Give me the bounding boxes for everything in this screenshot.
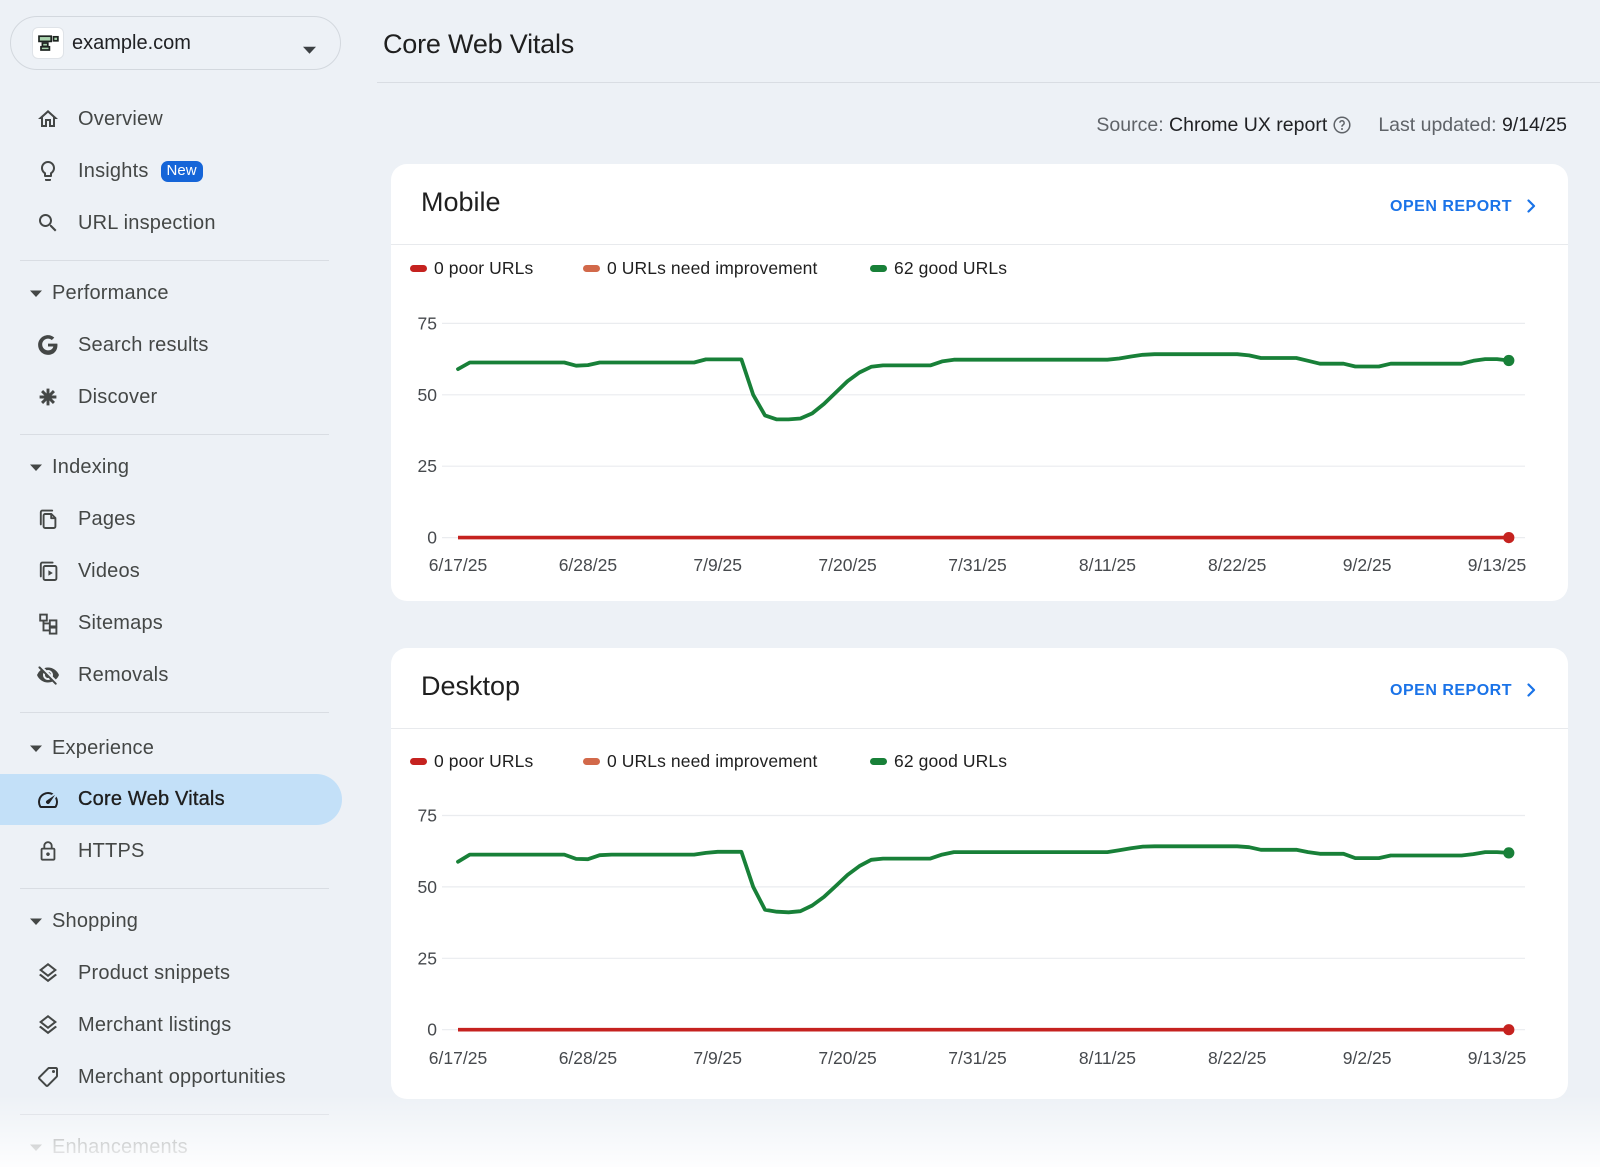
svg-text:25: 25 [418, 948, 437, 968]
svg-text:7/31/25: 7/31/25 [948, 1048, 1006, 1068]
svg-text:25: 25 [418, 456, 437, 476]
svg-text:7/20/25: 7/20/25 [818, 555, 876, 575]
svg-text:50: 50 [418, 877, 438, 897]
svg-text:9/13/25: 9/13/25 [1468, 1048, 1526, 1068]
svg-text:7/9/25: 7/9/25 [693, 555, 742, 575]
svg-text:75: 75 [418, 313, 437, 333]
svg-text:75: 75 [418, 806, 437, 826]
svg-text:6/28/25: 6/28/25 [559, 1048, 617, 1068]
svg-text:7/9/25: 7/9/25 [693, 1048, 742, 1068]
svg-text:9/2/25: 9/2/25 [1343, 1048, 1392, 1068]
svg-text:7/31/25: 7/31/25 [948, 555, 1006, 575]
svg-text:8/22/25: 8/22/25 [1208, 555, 1266, 575]
svg-text:8/11/25: 8/11/25 [1079, 555, 1136, 575]
svg-text:8/11/25: 8/11/25 [1079, 1048, 1136, 1068]
svg-text:50: 50 [418, 385, 438, 405]
svg-text:0: 0 [427, 1020, 437, 1040]
svg-text:6/17/25: 6/17/25 [429, 555, 487, 575]
svg-text:6/28/25: 6/28/25 [559, 555, 617, 575]
svg-text:7/20/25: 7/20/25 [818, 1048, 876, 1068]
svg-text:9/2/25: 9/2/25 [1343, 555, 1392, 575]
svg-text:6/17/25: 6/17/25 [429, 1048, 487, 1068]
svg-text:0: 0 [427, 528, 437, 548]
svg-text:9/13/25: 9/13/25 [1468, 555, 1526, 575]
svg-text:8/22/25: 8/22/25 [1208, 1048, 1266, 1068]
